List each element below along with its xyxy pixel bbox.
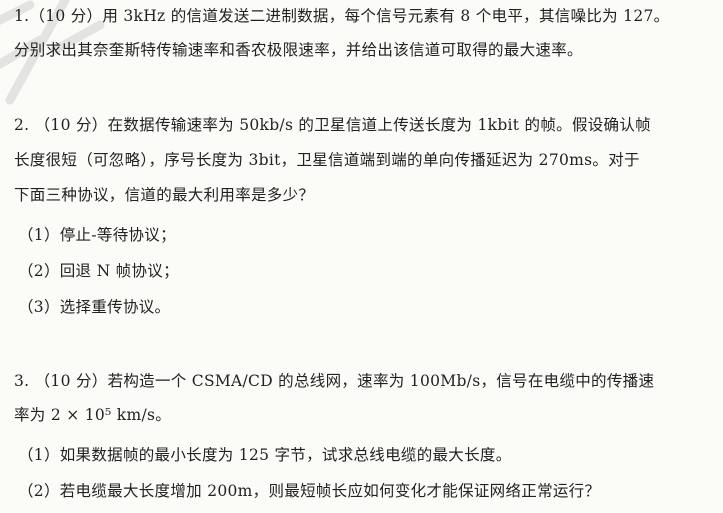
q2-item-2: （2）回退 N 帧协议；	[18, 262, 179, 280]
q2-item-3: （3）选择重传协议。	[18, 298, 171, 316]
q1-line-1: 1.（10 分）用 3kHz 的信道发送二进制数据，每个信号元素有 8 个电平，…	[14, 7, 670, 25]
q2-line-2: 长度很短（可忽略），序号长度为 3bit，卫星信道端到端的单向传播延迟为 270…	[14, 151, 640, 169]
q3-line-1: 3. （10 分）若构造一个 CSMA/CD 的总线网，速率为 100Mb/s，…	[14, 372, 655, 390]
q2-item-1: （1）停止-等待协议；	[18, 226, 176, 244]
q3-item-2: （2）若电缆最大长度增加 200m，则最短帧长应如何变化才能保证网络正常运行？	[18, 482, 601, 500]
q3-line-2: 率为 2 × 10⁵ km/s。	[14, 406, 172, 424]
q2-line-1: 2. （10 分）在数据传输速率为 50kb/s 的卫星信道上传送长度为 1kb…	[14, 116, 651, 134]
q2-line-3: 下面三种协议，信道的最大利用率是多少？	[14, 186, 315, 204]
q1-line-2: 分别求出其奈奎斯特传输速率和香农极限速率，并给出该信道可取得的最大速率。	[14, 41, 583, 59]
q3-item-1: （1）如果数据帧的最小长度为 125 字节，试求总线电缆的最大长度。	[18, 446, 512, 464]
